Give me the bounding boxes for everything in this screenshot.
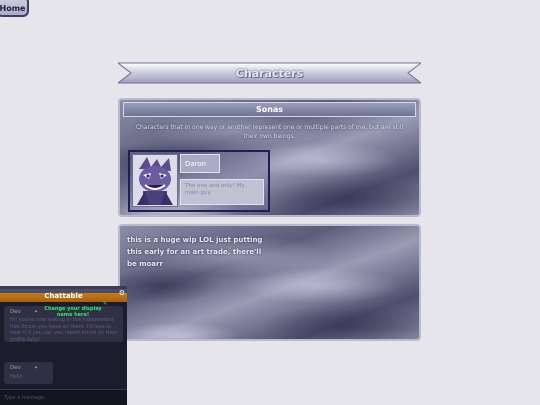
chat-message-input[interactable] [0, 390, 127, 405]
page-title: Characters [235, 66, 304, 80]
message-author: Dev [10, 309, 21, 315]
gear-icon[interactable]: ⚙ [119, 289, 125, 297]
chat-title: Chattable [44, 292, 83, 300]
message-text: Hi! you're now talking in the independen… [10, 317, 118, 343]
wip-note: this is a huge wip LOL just putting this… [127, 236, 263, 268]
pencil-icon[interactable]: ✎ [103, 301, 107, 307]
character-description: The one and only! My main guy. [180, 179, 264, 205]
chat-widget: Chattable ⚙ Dev ✦ Hi! you're now talking… [0, 286, 127, 405]
character-name[interactable]: Daron [180, 154, 220, 173]
home-button[interactable]: Home [0, 0, 29, 17]
chat-message: Dev ✦ Hello [4, 362, 53, 384]
reply-icon[interactable]: ✦ [34, 309, 38, 315]
display-name-tooltip: Change your display name here! [44, 306, 102, 318]
character-card[interactable]: Daron The one and only! My main guy. [128, 150, 270, 212]
character-avatar[interactable] [132, 154, 178, 207]
reply-icon[interactable]: ✦ [34, 365, 38, 371]
message-author: Dev [10, 365, 21, 371]
character-portrait-icon [133, 155, 177, 206]
sonas-description: Characters that in one way or another re… [135, 124, 404, 140]
chat-header: Chattable ⚙ [0, 286, 127, 302]
page-title-banner: Characters [118, 62, 421, 84]
sonas-header: Sonas [123, 102, 416, 117]
chat-input-bar [0, 389, 127, 405]
message-text: Hello [10, 374, 23, 380]
notes-panel: this is a huge wip LOL just putting this… [118, 224, 421, 341]
sonas-panel: Sonas Characters that in one way or anot… [118, 98, 421, 217]
